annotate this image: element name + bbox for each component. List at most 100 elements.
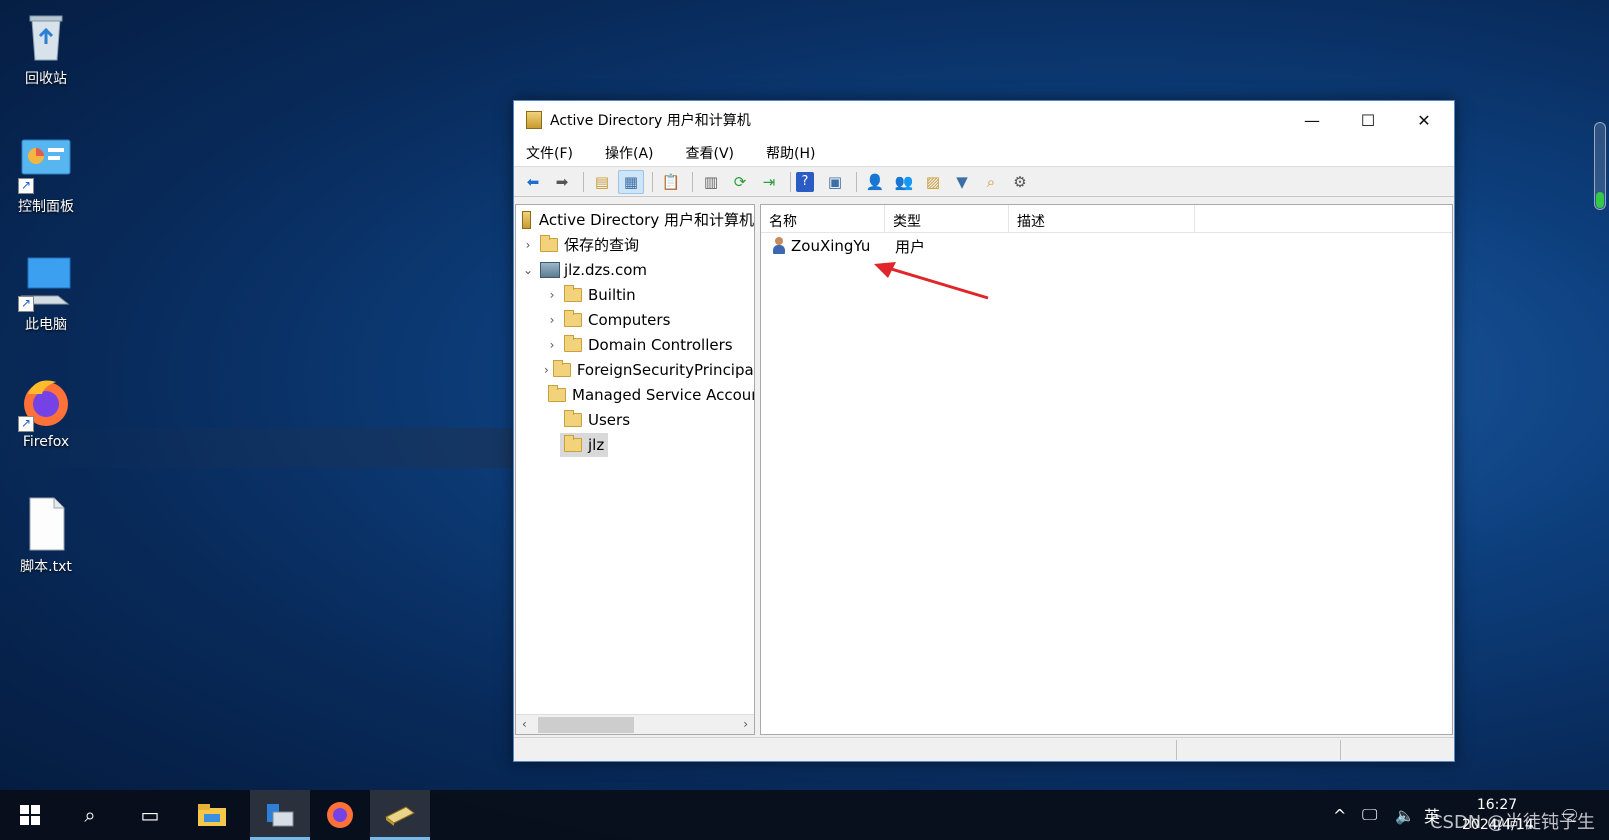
status-bar [514,737,1454,761]
ou-folder-icon [564,434,582,452]
ou-folder-icon [564,334,582,352]
minimize-button[interactable]: — [1284,101,1340,139]
ad-root-icon [522,210,531,229]
desktop-icon-recycle-bin[interactable]: 回收站 [0,8,92,88]
desktop-icon-script-txt[interactable]: 脚本.txt [0,496,92,576]
tree-item-label: Users [588,410,631,429]
scroll-thumb[interactable] [538,717,634,733]
ad-users-computers-icon[interactable] [370,790,430,840]
desktop-icon-label: 控制面板 [18,199,74,215]
user-icon [771,237,787,255]
delegate-icon[interactable]: ⚙ [1007,170,1033,194]
scroll-right-icon[interactable]: › [743,717,748,731]
menu-file[interactable]: 文件(F) [520,141,579,165]
chevron-right-icon[interactable]: › [520,238,536,252]
refresh-icon[interactable]: ⟳ [727,170,753,194]
firefox-icon[interactable] [310,790,370,840]
tree-item-users[interactable]: Users [516,407,754,432]
recycle-bin-icon [18,8,74,64]
shortcut-arrow-icon: ↗ [18,296,34,312]
folder-icon [552,359,571,377]
server-manager-icon[interactable] [250,790,310,840]
annotation-arrow [874,262,989,300]
column-header-description[interactable]: 描述 [1009,205,1195,232]
new-group-icon[interactable]: 👥 [891,170,917,194]
tree-item-foreign-security-principals[interactable]: › ForeignSecurityPrincipals [516,357,754,382]
list-item[interactable]: ZouXingYu 用户 [761,233,1452,259]
desktop-icon-label: 脚本.txt [20,559,72,575]
up-folder-icon[interactable]: ▤ [589,170,615,194]
details-pane: 名称 类型 描述 ZouXingYu 用户 [760,204,1453,735]
close-button[interactable]: ✕ [1396,101,1452,139]
tree-item-jlz[interactable]: jlz [516,432,754,457]
tree-item-saved-queries[interactable]: › 保存的查询 [516,232,754,257]
tree-item-label: Domain Controllers [588,335,733,354]
scroll-left-icon[interactable]: ‹ [522,717,527,731]
console-icon[interactable]: ▣ [822,170,848,194]
tree-item-builtin[interactable]: › Builtin [516,282,754,307]
folder-icon [540,234,558,252]
tree-item-domain-controllers[interactable]: › Domain Controllers [516,332,754,357]
this-pc-icon: ↗ [18,254,74,312]
menu-action[interactable]: 操作(A) [599,141,660,165]
desktop-icon-control-panel[interactable]: ↗ 控制面板 [0,136,92,216]
tree-item-computers[interactable]: › Computers [516,307,754,332]
desktop-icon-label: 回收站 [25,71,67,87]
selected-highlight: jlz [560,432,609,457]
status-separator [1176,740,1177,760]
tree-item-label: Managed Service Accounts [572,385,755,404]
chevron-right-icon[interactable]: › [544,313,560,327]
properties-icon[interactable]: ▥ [698,170,724,194]
desktop-icon-firefox[interactable]: ↗ Firefox [0,374,92,450]
export-list-icon[interactable]: ⇥ [756,170,782,194]
tree-item-root[interactable]: Active Directory 用户和计算机 [516,207,754,232]
tree-item-domain[interactable]: ⌄ jlz.dzs.com [516,257,754,282]
tree-horizontal-scrollbar[interactable]: ‹ › [516,714,754,734]
toolbar-separator [652,171,653,192]
column-header-name[interactable]: 名称 [761,205,885,232]
clipboard-icon[interactable]: 📋 [658,170,684,194]
domain-icon [540,261,560,278]
volume-muted-icon[interactable]: 🔈 [1395,790,1415,840]
toolbar-separator [692,171,693,192]
shortcut-arrow-icon: ↗ [18,416,34,432]
desktop-icon-this-pc[interactable]: ↗ 此电脑 [0,254,92,334]
list-header: 名称 类型 描述 [761,205,1452,233]
chevron-down-icon[interactable]: ⌄ [520,263,536,277]
folder-icon [564,284,582,302]
firefox-icon: ↗ [18,374,74,432]
file-explorer-icon[interactable] [182,790,242,840]
task-view-icon[interactable]: ▭ [120,790,180,840]
menu-view[interactable]: 查看(V) [680,141,741,165]
tree-item-label: Computers [588,310,671,329]
help-icon[interactable]: ? [796,171,814,192]
maximize-button[interactable]: ☐ [1340,101,1396,139]
show-hide-tree-icon[interactable]: ▦ [618,169,644,194]
text-file-icon [18,496,74,552]
tree-item-managed-service-accounts[interactable]: Managed Service Accounts [516,382,754,407]
chevron-right-icon[interactable]: › [544,288,560,302]
side-scroll-fill [1596,192,1604,208]
start-icon[interactable] [0,790,60,840]
side-scroll-indicator[interactable] [1594,122,1606,210]
chevron-right-icon[interactable]: › [544,338,560,352]
show-hidden-icons[interactable]: ^ [1333,790,1346,840]
column-header-type[interactable]: 类型 [885,205,1009,232]
tree-item-label: ForeignSecurityPrincipals [576,360,755,379]
network-icon[interactable]: 🖵 [1362,790,1377,840]
search-icon[interactable]: ⌕ [60,790,120,840]
folder-icon [548,384,566,402]
title-bar[interactable]: Active Directory 用户和计算机 — ☐ ✕ [514,101,1454,139]
menu-help[interactable]: 帮助(H) [760,141,821,165]
tree-item-label: 保存的查询 [564,236,640,254]
filter-icon[interactable]: ▼ [949,170,975,194]
back-icon[interactable]: ⬅ [520,170,546,194]
new-ou-icon[interactable]: ▨ [920,170,946,194]
toolbar-separator [583,171,584,192]
forward-icon[interactable]: ➡ [549,170,575,194]
ad-users-computers-window: Active Directory 用户和计算机 — ☐ ✕ 文件(F) 操作(A… [513,100,1455,762]
chevron-right-icon[interactable]: › [544,363,549,377]
find-icon[interactable]: ⌕ [978,170,1004,194]
new-user-icon[interactable]: 👤 [862,170,888,194]
watermark: CSDN @尚徒钝子生 [1429,812,1595,833]
